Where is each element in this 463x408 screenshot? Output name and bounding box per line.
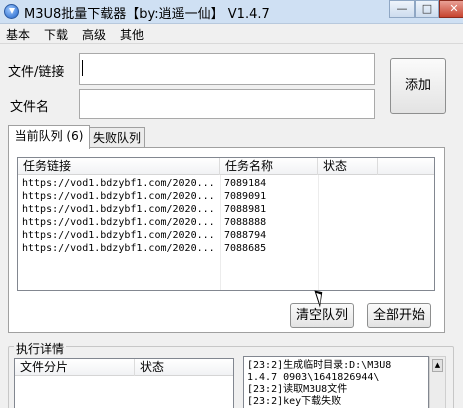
- app-download-icon: [4, 4, 19, 19]
- column-task-link[interactable]: 任务链接: [18, 158, 220, 175]
- table-row[interactable]: https://vod1.bdzybf1.com/2020... 7089091: [18, 190, 434, 203]
- tab-failed-queue[interactable]: 失败队列: [89, 127, 145, 149]
- queue-list[interactable]: 任务链接 任务名称 状态 https://vod1.bdzybf1.com/20…: [17, 157, 435, 291]
- log-line: [23:2]生成临时目录:D:\M3U8: [247, 360, 392, 371]
- details-title: 执行详情: [14, 340, 67, 357]
- minimize-icon[interactable]: —: [389, 0, 415, 18]
- table-row[interactable]: https://vod1.bdzybf1.com/2020... 7088685: [18, 242, 434, 255]
- table-row[interactable]: https://vod1.bdzybf1.com/2020... 7088981: [18, 203, 434, 216]
- column-file-segment[interactable]: 文件分片: [15, 359, 135, 376]
- title-bar[interactable]: M3U8批量下载器【by:逍遥一仙】 V1.4.7 — □ ✕: [0, 0, 463, 24]
- file-link-label: 文件/链接: [8, 65, 65, 80]
- column-task-name[interactable]: 任务名称: [220, 158, 318, 175]
- task-link-cell: https://vod1.bdzybf1.com/2020...: [22, 243, 215, 254]
- tab-current-queue[interactable]: 当前队列 (6): [8, 125, 90, 149]
- queue-header: 任务链接 任务名称 状态: [18, 158, 434, 175]
- menu-basic[interactable]: 基本: [6, 26, 30, 43]
- text-caret: [82, 60, 83, 76]
- log-line: 1.4.7 0903\1641826944\: [247, 372, 380, 383]
- menu-bar: 基本 下载 高级 其他: [0, 24, 463, 44]
- table-row[interactable]: https://vod1.bdzybf1.com/2020... 7089184: [18, 177, 434, 190]
- start-all-button[interactable]: 全部开始: [367, 303, 431, 328]
- task-link-cell: https://vod1.bdzybf1.com/2020...: [22, 230, 215, 241]
- maximize-icon[interactable]: □: [415, 0, 439, 18]
- task-link-cell: https://vod1.bdzybf1.com/2020...: [22, 191, 215, 202]
- task-name-cell: 7088685: [224, 243, 267, 254]
- menu-advanced[interactable]: 高级: [82, 26, 106, 43]
- file-link-input[interactable]: [79, 53, 375, 85]
- task-name-cell: 7089184: [224, 178, 267, 189]
- scroll-up-arrow-icon[interactable]: ▲: [432, 359, 443, 372]
- task-link-cell: https://vod1.bdzybf1.com/2020...: [22, 178, 215, 189]
- task-name-cell: 7088888: [224, 217, 267, 228]
- task-name-cell: 7088794: [224, 230, 267, 241]
- column-status[interactable]: 状态: [318, 158, 378, 175]
- log-output[interactable]: [23:2]生成临时目录:D:\M3U8 1.4.7 0903\16418269…: [243, 356, 429, 408]
- log-line: [23:2]读取M3U8文件: [247, 384, 348, 395]
- table-row[interactable]: https://vod1.bdzybf1.com/2020... 7088888: [18, 216, 434, 229]
- task-name-cell: 7088981: [224, 204, 267, 215]
- segment-list[interactable]: 文件分片 状态: [14, 358, 234, 408]
- task-name-cell: 7089091: [224, 191, 267, 202]
- task-link-cell: https://vod1.bdzybf1.com/2020...: [22, 204, 215, 215]
- table-row[interactable]: https://vod1.bdzybf1.com/2020... 7088794: [18, 229, 434, 242]
- menu-other[interactable]: 其他: [120, 26, 144, 43]
- close-icon[interactable]: ✕: [439, 0, 463, 18]
- log-line: [23:2]key下载失败: [247, 396, 342, 407]
- segment-header: 文件分片 状态: [15, 359, 233, 376]
- queue-panel: 任务链接 任务名称 状态 https://vod1.bdzybf1.com/20…: [8, 147, 445, 333]
- log-scrollbar[interactable]: ▲: [429, 356, 446, 408]
- add-button[interactable]: 添加: [390, 58, 446, 114]
- app-window: M3U8批量下载器【by:逍遥一仙】 V1.4.7 — □ ✕ 基本 下载 高级…: [0, 0, 463, 408]
- menu-download[interactable]: 下载: [44, 26, 68, 43]
- column-segment-status[interactable]: 状态: [135, 359, 234, 376]
- window-title: M3U8批量下载器【by:逍遥一仙】 V1.4.7: [24, 7, 270, 22]
- file-name-input[interactable]: [79, 89, 375, 119]
- task-link-cell: https://vod1.bdzybf1.com/2020...: [22, 217, 215, 228]
- file-name-label: 文件名: [10, 100, 50, 115]
